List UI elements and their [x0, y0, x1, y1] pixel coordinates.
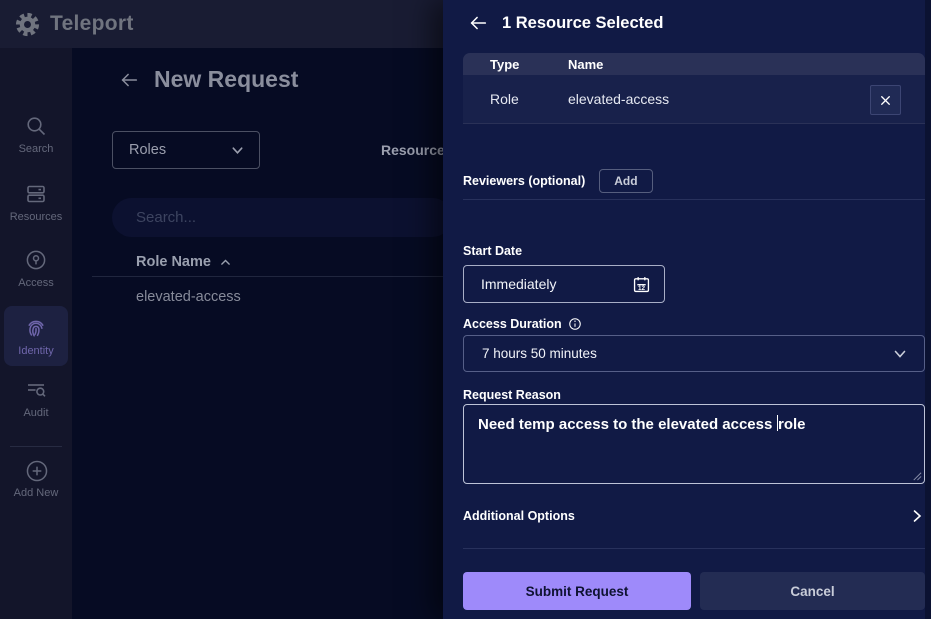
request-reason-label: Request Reason [463, 388, 561, 402]
gear-logo-icon [14, 11, 41, 38]
resources-section-label: Resources [381, 142, 453, 158]
column-type: Type [463, 57, 568, 72]
search-input[interactable] [112, 198, 452, 237]
calendar-day-number: 12 [638, 284, 645, 291]
additional-options-toggle[interactable]: Additional Options [463, 503, 925, 529]
request-checkout-panel: 1 Resource Selected Type Name Role eleva… [443, 0, 931, 619]
request-reason-textarea[interactable]: Need temp access to the elevated access … [463, 404, 925, 484]
access-duration-value: 7 hours 50 minutes [482, 346, 597, 361]
close-icon [878, 93, 893, 108]
footer-divider [463, 548, 925, 549]
plus-circle-icon [24, 458, 48, 482]
panel-scrollbar-track[interactable] [925, 0, 931, 619]
sidebar-item-label: Audit [23, 407, 48, 419]
sidebar-item-identity[interactable]: Identity [4, 306, 68, 366]
page-title: New Request [154, 66, 298, 93]
add-reviewer-button[interactable]: Add [599, 169, 652, 193]
sidebar-item-label: Access [18, 277, 53, 289]
sort-ascending-icon [219, 256, 232, 269]
info-icon[interactable] [568, 317, 582, 331]
sidebar-item-search[interactable]: Search [0, 114, 72, 155]
sidebar-item-audit[interactable]: Audit [0, 378, 72, 419]
chevron-down-icon [892, 346, 908, 362]
fingerprint-icon [24, 316, 48, 340]
role-search-field [112, 198, 452, 237]
sidebar: Search Resources Access [0, 48, 72, 619]
role-name-column-header[interactable]: Role Name [136, 254, 232, 270]
sidebar-item-label: Add New [14, 487, 59, 499]
selected-resources-table: Type Name Role elevated-access [463, 53, 925, 124]
access-duration-label: Access Duration [463, 317, 562, 331]
reason-text: role [778, 416, 806, 433]
additional-options-label: Additional Options [463, 509, 575, 523]
back-arrow-icon[interactable] [118, 69, 140, 91]
resources-icon [24, 182, 48, 206]
access-lock-icon [24, 248, 48, 272]
panel-title: 1 Resource Selected [502, 14, 663, 33]
start-date-value: Immediately [481, 276, 556, 292]
sidebar-item-label: Identity [18, 345, 53, 357]
access-duration-dropdown[interactable]: 7 hours 50 minutes [463, 335, 925, 372]
cancel-button[interactable]: Cancel [700, 572, 925, 610]
reason-text: Need temp access to the elevated access [478, 416, 777, 433]
section-divider [463, 199, 925, 200]
search-icon [24, 114, 48, 138]
calendar-icon[interactable]: 12 [632, 275, 651, 294]
start-date-label: Start Date [463, 244, 522, 258]
reviewers-label: Reviewers (optional) [463, 174, 585, 188]
sidebar-item-resources[interactable]: Resources [0, 182, 72, 223]
submit-request-button[interactable]: Submit Request [463, 572, 691, 610]
sidebar-item-add-new[interactable]: Add New [0, 458, 72, 499]
table-row: Role elevated-access [463, 75, 925, 124]
chevron-right-icon [909, 508, 925, 524]
table-header-row: Type Name [463, 53, 925, 75]
column-name: Name [568, 57, 925, 72]
sidebar-item-access[interactable]: Access [0, 248, 72, 289]
chevron-down-icon [230, 143, 245, 158]
audit-list-icon [24, 378, 48, 402]
resource-type-cell: Role [463, 91, 568, 107]
teleport-logo[interactable]: Teleport [14, 11, 134, 38]
sidebar-divider [10, 446, 62, 447]
resource-kind-value: Roles [129, 142, 166, 158]
resize-handle-icon[interactable] [911, 470, 922, 481]
column-header-label: Role Name [136, 254, 211, 270]
panel-back-arrow-icon[interactable] [467, 12, 489, 34]
resource-kind-dropdown[interactable]: Roles [112, 131, 260, 169]
start-date-input[interactable]: Immediately 12 [463, 265, 665, 303]
sidebar-item-label: Resources [10, 211, 63, 223]
brand-name: Teleport [50, 12, 134, 36]
sidebar-item-label: Search [19, 143, 54, 155]
remove-resource-button[interactable] [870, 85, 901, 115]
table-row[interactable]: elevated-access [136, 289, 241, 305]
